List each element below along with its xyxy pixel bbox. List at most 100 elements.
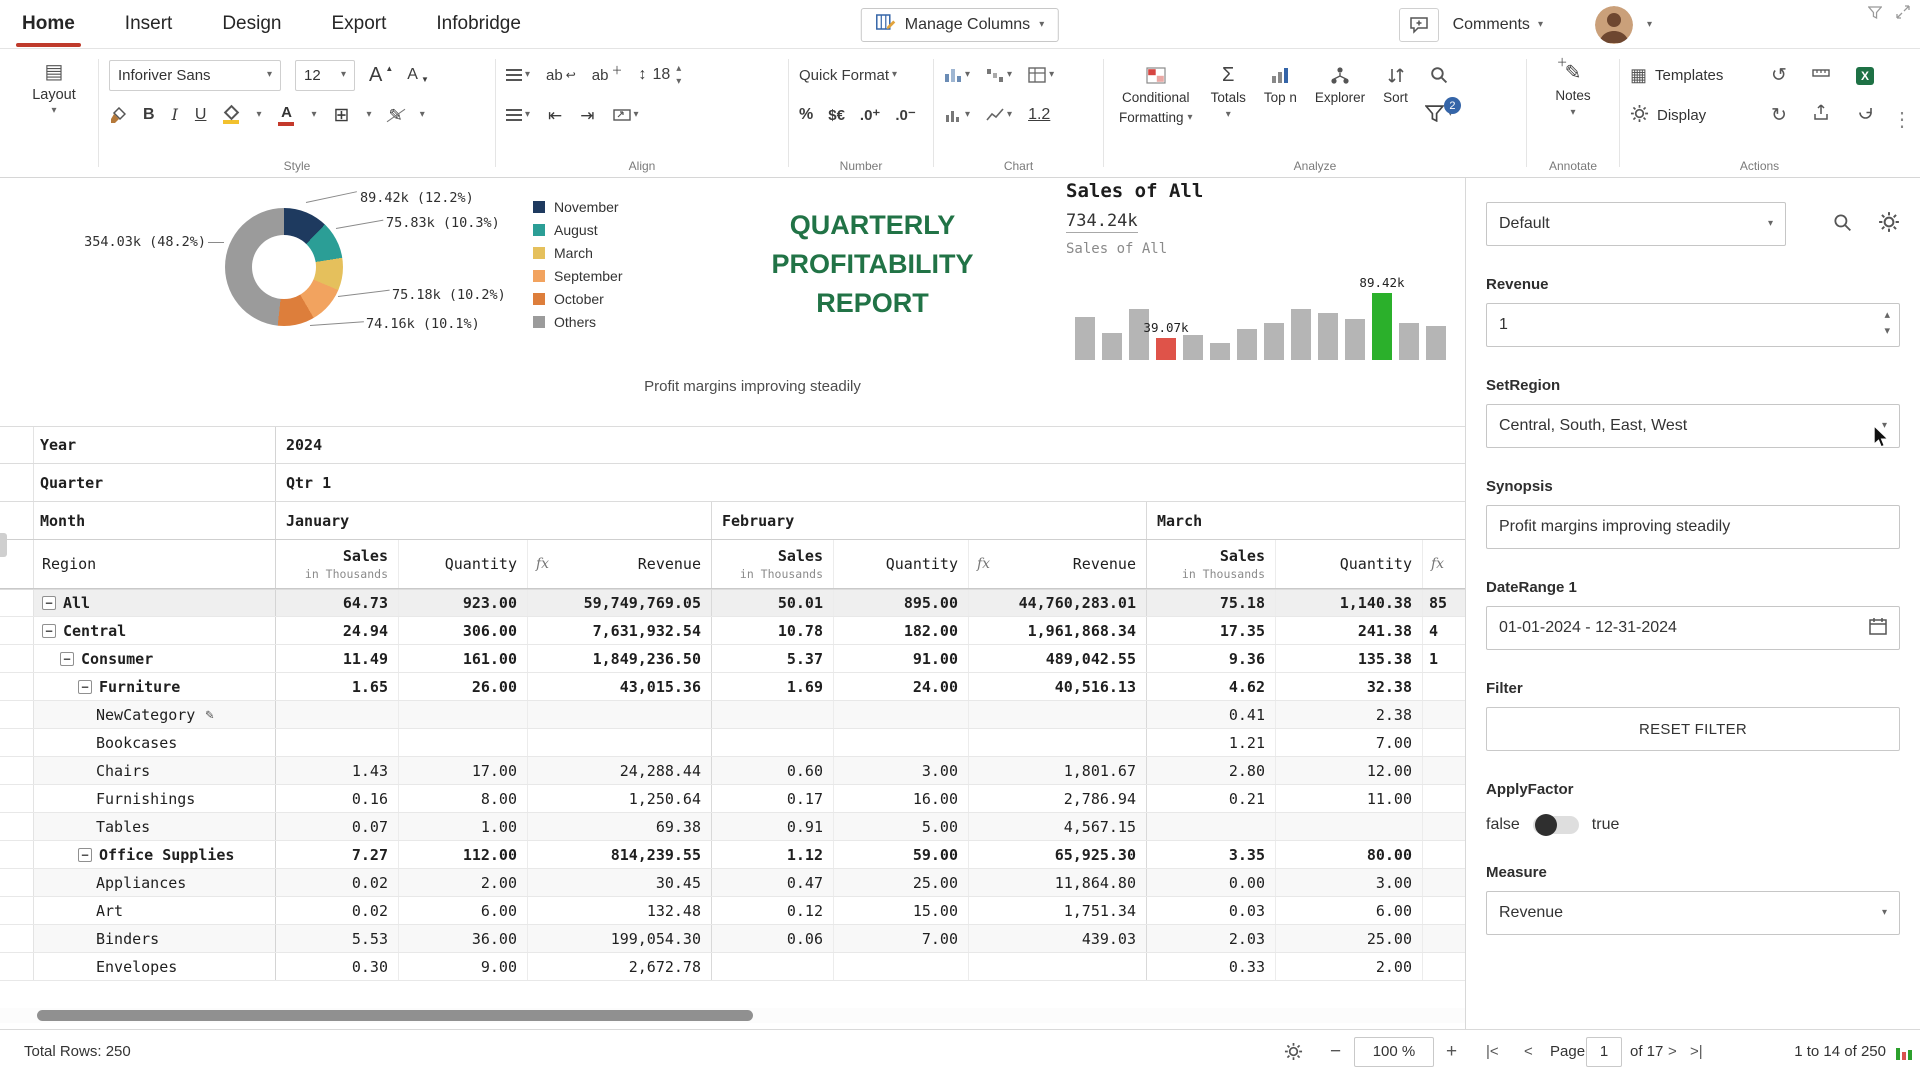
table-cell[interactable]: 15.00 [833, 897, 968, 924]
table-cell[interactable] [833, 953, 968, 980]
excel-export-button[interactable]: X [1842, 64, 1888, 86]
legend-item[interactable]: October [533, 291, 622, 307]
table-cell[interactable] [1422, 729, 1466, 756]
table-cell[interactable]: 3.35 [1146, 841, 1275, 868]
table-cell[interactable]: 36.00 [398, 925, 527, 952]
collapse-toggle-icon[interactable]: − [60, 652, 74, 666]
increase-font-button[interactable]: A▲ [369, 65, 393, 85]
font-family-select[interactable]: Inforiver Sans▾ [109, 60, 281, 91]
table-cell[interactable] [398, 729, 527, 756]
table-cell[interactable]: 0.30 [276, 953, 398, 980]
col-header-revenue[interactable]: fxRevenue [527, 540, 711, 588]
table-cell[interactable]: 10.78 [711, 617, 833, 644]
focus-mode-icon[interactable] [1896, 5, 1910, 24]
freeze-panes-button[interactable] [1800, 64, 1842, 86]
table-cell[interactable]: 9.00 [398, 953, 527, 980]
tab-infobridge[interactable]: Infobridge [436, 0, 521, 49]
table-cell[interactable]: 0.00 [1146, 869, 1275, 896]
bar[interactable] [1183, 335, 1203, 360]
table-cell[interactable] [276, 701, 398, 728]
toggle-false-label[interactable]: false [1486, 816, 1520, 834]
table-cell[interactable]: 0.02 [276, 869, 398, 896]
table-cell[interactable] [711, 953, 833, 980]
setregion-select[interactable]: Central, South, East, West▾ [1486, 404, 1900, 448]
band-value-quarter[interactable]: Qtr 1 [276, 464, 1420, 501]
table-cell[interactable]: 6.00 [398, 897, 527, 924]
col-header-revenue[interactable]: fx [1422, 540, 1466, 588]
table-cell[interactable] [833, 701, 968, 728]
table-view-button[interactable]: ▾ [1028, 67, 1054, 83]
explorer-button[interactable]: Explorer [1310, 59, 1370, 111]
table-cell[interactable]: 9.36 [1146, 645, 1275, 672]
table-cell[interactable]: 814,239.55 [527, 841, 711, 868]
table-cell[interactable]: 0.21 [1146, 785, 1275, 812]
table-cell[interactable]: 2.03 [1146, 925, 1275, 952]
table-cell[interactable]: 1.43 [276, 757, 398, 784]
table-cell[interactable] [1422, 673, 1466, 700]
bar[interactable] [1399, 323, 1419, 360]
table-cell[interactable]: 439.03 [968, 925, 1146, 952]
table-cell[interactable]: 0.47 [711, 869, 833, 896]
display-button[interactable]: Display [1630, 104, 1758, 127]
row-label-cell[interactable]: Envelopes [34, 953, 276, 980]
daterange-input[interactable]: 01-01-2024 - 12-31-2024 [1486, 606, 1900, 650]
synopsis-input[interactable] [1486, 505, 1900, 549]
undo-button[interactable]: ↺ [1758, 64, 1800, 87]
table-cell[interactable] [527, 701, 711, 728]
col-header-sales[interactable]: Salesin Thousands [711, 540, 833, 588]
table-cell[interactable] [711, 729, 833, 756]
col-header-quantity[interactable]: Quantity [1275, 540, 1422, 588]
table-cell[interactable]: 3.00 [833, 757, 968, 784]
row-label-cell[interactable]: Binders [34, 925, 276, 952]
table-cell[interactable]: 44,760,283.01 [968, 590, 1146, 616]
table-cell[interactable]: 7,631,932.54 [527, 617, 711, 644]
table-cell[interactable]: 1.69 [711, 673, 833, 700]
bar[interactable] [1426, 326, 1446, 360]
table-cell[interactable]: 2.00 [398, 869, 527, 896]
table-cell[interactable]: 489,042.55 [968, 645, 1146, 672]
bar-column[interactable] [1183, 335, 1203, 360]
bar[interactable] [1102, 333, 1122, 360]
bar[interactable] [1237, 329, 1257, 360]
applyfactor-toggle[interactable] [1533, 816, 1579, 834]
row-label-cell[interactable]: −Furniture [34, 673, 276, 700]
zoom-out-button[interactable]: − [1330, 1030, 1341, 1072]
table-cell[interactable]: 8.00 [398, 785, 527, 812]
refresh-button[interactable] [1842, 104, 1888, 127]
collapse-toggle-icon[interactable]: − [42, 624, 56, 638]
table-cell[interactable]: 4 [1422, 617, 1466, 644]
table-cell[interactable]: 12.00 [1275, 757, 1422, 784]
table-cell[interactable]: 24,288.44 [527, 757, 711, 784]
table-cell[interactable]: 1,849,236.50 [527, 645, 711, 672]
table-cell[interactable]: 6.00 [1275, 897, 1422, 924]
zoom-level[interactable]: 100 % [1354, 1030, 1434, 1072]
bar[interactable] [1210, 343, 1230, 360]
table-cell[interactable] [1422, 869, 1466, 896]
bar-column[interactable] [1426, 326, 1446, 360]
table-cell[interactable]: 923.00 [398, 590, 527, 616]
table-cell[interactable]: 2.38 [1275, 701, 1422, 728]
search-icon[interactable] [1429, 65, 1448, 89]
comments-dropdown[interactable]: Comments ▾ [1453, 16, 1543, 34]
table-cell[interactable]: 17.35 [1146, 617, 1275, 644]
table-cell[interactable] [1422, 785, 1466, 812]
table-cell[interactable] [1422, 841, 1466, 868]
row-label-cell[interactable]: NewCategory✎ [34, 701, 276, 728]
table-cell[interactable]: 0.02 [276, 897, 398, 924]
band-value-year[interactable]: 2024 [276, 427, 1420, 463]
top-n-button[interactable]: Top n [1259, 59, 1302, 111]
vertical-align-button[interactable]: ▾ [506, 109, 530, 121]
decrease-decimal-button[interactable]: .0⁻ [895, 108, 915, 123]
bar-column[interactable]: 39.07k [1156, 320, 1176, 360]
zoom-in-button[interactable]: + [1446, 1030, 1457, 1072]
scrollbar-thumb[interactable] [37, 1010, 753, 1021]
month-header-february[interactable]: February [711, 502, 1146, 539]
table-cell[interactable]: 112.00 [398, 841, 527, 868]
table-cell[interactable]: 895.00 [833, 590, 968, 616]
tab-insert[interactable]: Insert [125, 0, 173, 49]
table-cell[interactable]: 11,864.80 [968, 869, 1146, 896]
calendar-icon[interactable] [1869, 617, 1887, 640]
table-cell[interactable]: 26.00 [398, 673, 527, 700]
table-cell[interactable] [968, 729, 1146, 756]
panel-gear-icon[interactable] [1878, 211, 1900, 238]
